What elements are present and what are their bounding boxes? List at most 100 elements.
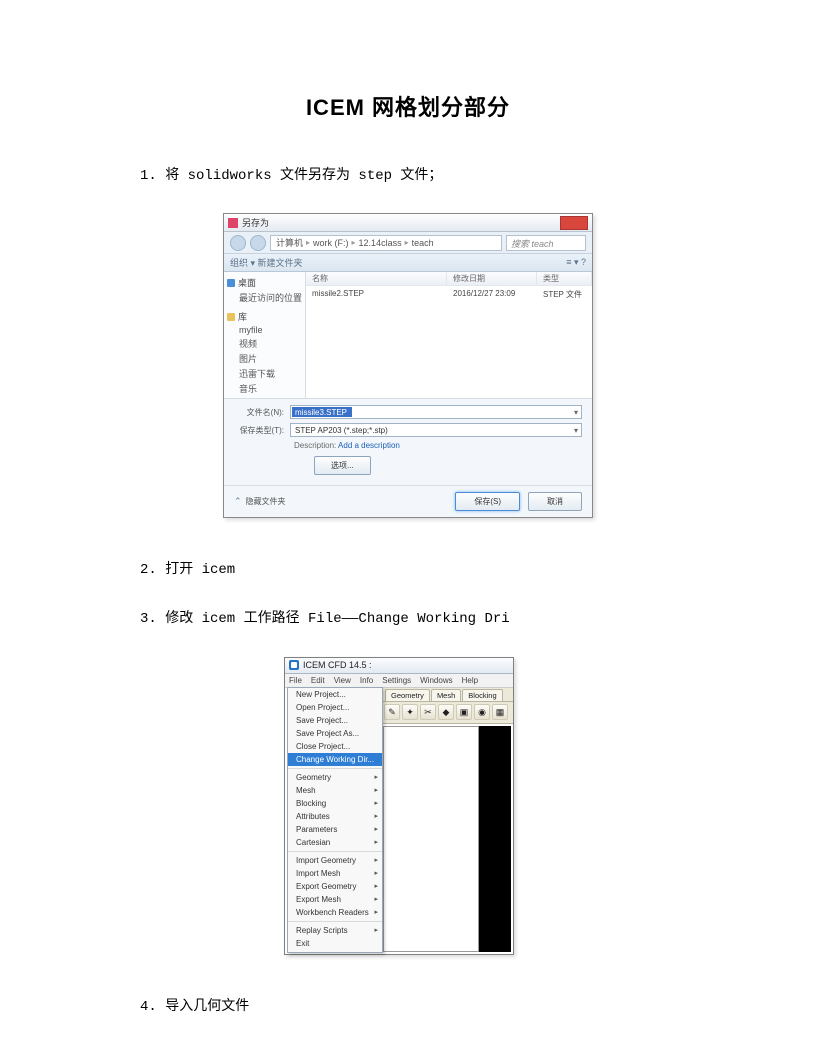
filetype-field[interactable]: STEP AP203 (*.step;*.stp) <box>290 423 582 437</box>
col-name[interactable]: 名称 <box>306 272 447 285</box>
tool-icon[interactable]: ◆ <box>438 704 454 720</box>
nav-desktop[interactable]: 桌面 <box>238 276 256 289</box>
dialog-titlebar: 另存为 <box>224 214 592 232</box>
nav-pictures[interactable]: 图片 <box>227 352 302 365</box>
mi-open-project[interactable]: Open Project... <box>288 701 382 714</box>
description-row: Description: Add a description <box>294 441 582 450</box>
tool-icon[interactable]: ▣ <box>456 704 472 720</box>
menu-view[interactable]: View <box>334 676 351 685</box>
mi-blocking[interactable]: Blocking <box>288 797 382 810</box>
mi-geometry[interactable]: Geometry <box>288 771 382 784</box>
cell-date: 2016/12/27 23:09 <box>447 288 537 301</box>
mi-parameters[interactable]: Parameters <box>288 823 382 836</box>
tool-icon[interactable]: ✂ <box>420 704 436 720</box>
crumb-d[interactable]: teach <box>412 238 434 248</box>
mi-close-project[interactable]: Close Project... <box>288 740 382 753</box>
hide-label: 隐藏文件夹 <box>246 496 286 507</box>
step-1: 1. 将 solidworks 文件另存为 step 文件； <box>140 164 676 189</box>
crumb-c[interactable]: 12.14class <box>359 238 402 248</box>
menu-settings[interactable]: Settings <box>382 676 411 685</box>
mi-mesh[interactable]: Mesh <box>288 784 382 797</box>
file-row[interactable]: missile2.STEP 2016/12/27 23:09 STEP 文件 <box>306 286 592 303</box>
filename-label: 文件名(N): <box>234 407 284 418</box>
options-button[interactable]: 选项... <box>314 456 371 475</box>
nav-recent[interactable]: 最近访问的位置 <box>227 291 302 304</box>
icem-toolbar: ✎ ✦ ✂ ◆ ▣ ◉ ▦ <box>381 702 513 724</box>
mi-import-geometry[interactable]: Import Geometry <box>288 854 382 867</box>
col-date[interactable]: 修改日期 <box>447 272 537 285</box>
dialog-footer: ⌃ 隐藏文件夹 保存(S) 取消 <box>224 485 592 517</box>
mi-attributes[interactable]: Attributes <box>288 810 382 823</box>
mi-exit[interactable]: Exit <box>288 937 382 950</box>
tab-geometry[interactable]: Geometry <box>385 689 430 701</box>
menu-windows[interactable]: Windows <box>420 676 452 685</box>
save-button[interactable]: 保存(S) <box>455 492 520 511</box>
step-4: 4. 导入几何文件 <box>140 995 676 1020</box>
crumb-b[interactable]: work (F:) <box>313 238 349 248</box>
mi-save-project[interactable]: Save Project... <box>288 714 382 727</box>
col-type[interactable]: 类型 <box>537 272 592 285</box>
toolbar-left[interactable]: 组织 ▾ 新建文件夹 <box>230 256 303 269</box>
icem-menubar: File Edit View Info Settings Windows Hel… <box>285 674 513 688</box>
menu-help[interactable]: Help <box>462 676 478 685</box>
hide-folders-toggle[interactable]: ⌃ 隐藏文件夹 <box>234 496 286 507</box>
cell-name: missile2.STEP <box>306 288 447 301</box>
icem-titlebar: ICEM CFD 14.5 : <box>285 658 513 674</box>
icem-app-icon <box>289 660 299 670</box>
canvas-black <box>479 726 511 952</box>
desc-label: Description: <box>294 441 336 450</box>
dialog-bottom: 文件名(N): missile3.STEP 保存类型(T): STEP AP20… <box>224 398 592 485</box>
mi-export-mesh[interactable]: Export Mesh <box>288 893 382 906</box>
app-icon <box>228 218 238 228</box>
tool-icon[interactable]: ◉ <box>474 704 490 720</box>
mi-change-working-dir[interactable]: Change Working Dir... <box>288 753 382 766</box>
mi-save-project-as[interactable]: Save Project As... <box>288 727 382 740</box>
filetype-value: STEP AP203 (*.step;*.stp) <box>295 426 388 435</box>
cell-type: STEP 文件 <box>537 288 592 301</box>
caret-up-icon: ⌃ <box>234 496 242 507</box>
nav-fwd-button[interactable] <box>250 235 266 251</box>
page-title: ICEM 网格划分部分 <box>140 90 676 122</box>
menu-file[interactable]: File <box>289 676 302 685</box>
icem-canvas <box>381 724 513 954</box>
step-3: 3. 修改 icem 工作路径 File——Change Working Dri <box>140 607 676 632</box>
nav-myfile[interactable]: myfile <box>227 325 302 335</box>
breadcrumb[interactable]: 计算机▸ work (F:)▸ 12.14class▸ teach <box>270 235 502 251</box>
nav-downloads[interactable]: 迅雷下载 <box>227 367 302 380</box>
tool-icon[interactable]: ✦ <box>402 704 418 720</box>
nav-libraries[interactable]: 库 <box>238 310 247 323</box>
nav-videos[interactable]: 视频 <box>227 337 302 350</box>
menu-edit[interactable]: Edit <box>311 676 325 685</box>
dialog-title: 另存为 <box>242 216 269 229</box>
tool-icon[interactable]: ✎ <box>384 704 400 720</box>
canvas-white[interactable] <box>383 726 479 952</box>
search-input[interactable]: 搜索 teach <box>506 235 586 251</box>
icem-window: ICEM CFD 14.5 : File Edit View Info Sett… <box>284 657 514 955</box>
mi-workbench-readers[interactable]: Workbench Readers <box>288 906 382 919</box>
filename-field[interactable]: missile3.STEP <box>290 405 582 419</box>
toolbar-right[interactable]: ≡ ▾ ? <box>566 257 586 268</box>
mi-import-mesh[interactable]: Import Mesh <box>288 867 382 880</box>
icem-title: ICEM CFD 14.5 : <box>303 660 372 670</box>
step-2: 2. 打开 icem <box>140 558 676 583</box>
tab-blocking[interactable]: Blocking <box>462 689 502 701</box>
mi-replay-scripts[interactable]: Replay Scripts <box>288 924 382 937</box>
tab-mesh[interactable]: Mesh <box>431 689 461 701</box>
mi-export-geometry[interactable]: Export Geometry <box>288 880 382 893</box>
mi-cartesian[interactable]: Cartesian <box>288 836 382 849</box>
cancel-button[interactable]: 取消 <box>528 492 582 511</box>
crumb-a[interactable]: 计算机 <box>276 236 303 249</box>
filetype-label: 保存类型(T): <box>234 425 284 436</box>
desc-link[interactable]: Add a description <box>338 441 400 450</box>
address-bar: 计算机▸ work (F:)▸ 12.14class▸ teach 搜索 tea… <box>224 232 592 254</box>
tool-icon[interactable]: ▦ <box>492 704 508 720</box>
nav-back-button[interactable] <box>230 235 246 251</box>
mi-new-project[interactable]: New Project... <box>288 688 382 701</box>
nav-pane: 桌面 最近访问的位置 库 myfile 视频 图片 迅雷下载 音乐 <box>224 272 306 398</box>
close-button[interactable] <box>560 216 588 230</box>
nav-music[interactable]: 音乐 <box>227 382 302 395</box>
filename-value: missile3.STEP <box>292 407 352 417</box>
file-list: 名称 修改日期 类型 missile2.STEP 2016/12/27 23:0… <box>306 272 592 398</box>
file-dropdown: New Project... Open Project... Save Proj… <box>287 687 383 953</box>
menu-info[interactable]: Info <box>360 676 373 685</box>
